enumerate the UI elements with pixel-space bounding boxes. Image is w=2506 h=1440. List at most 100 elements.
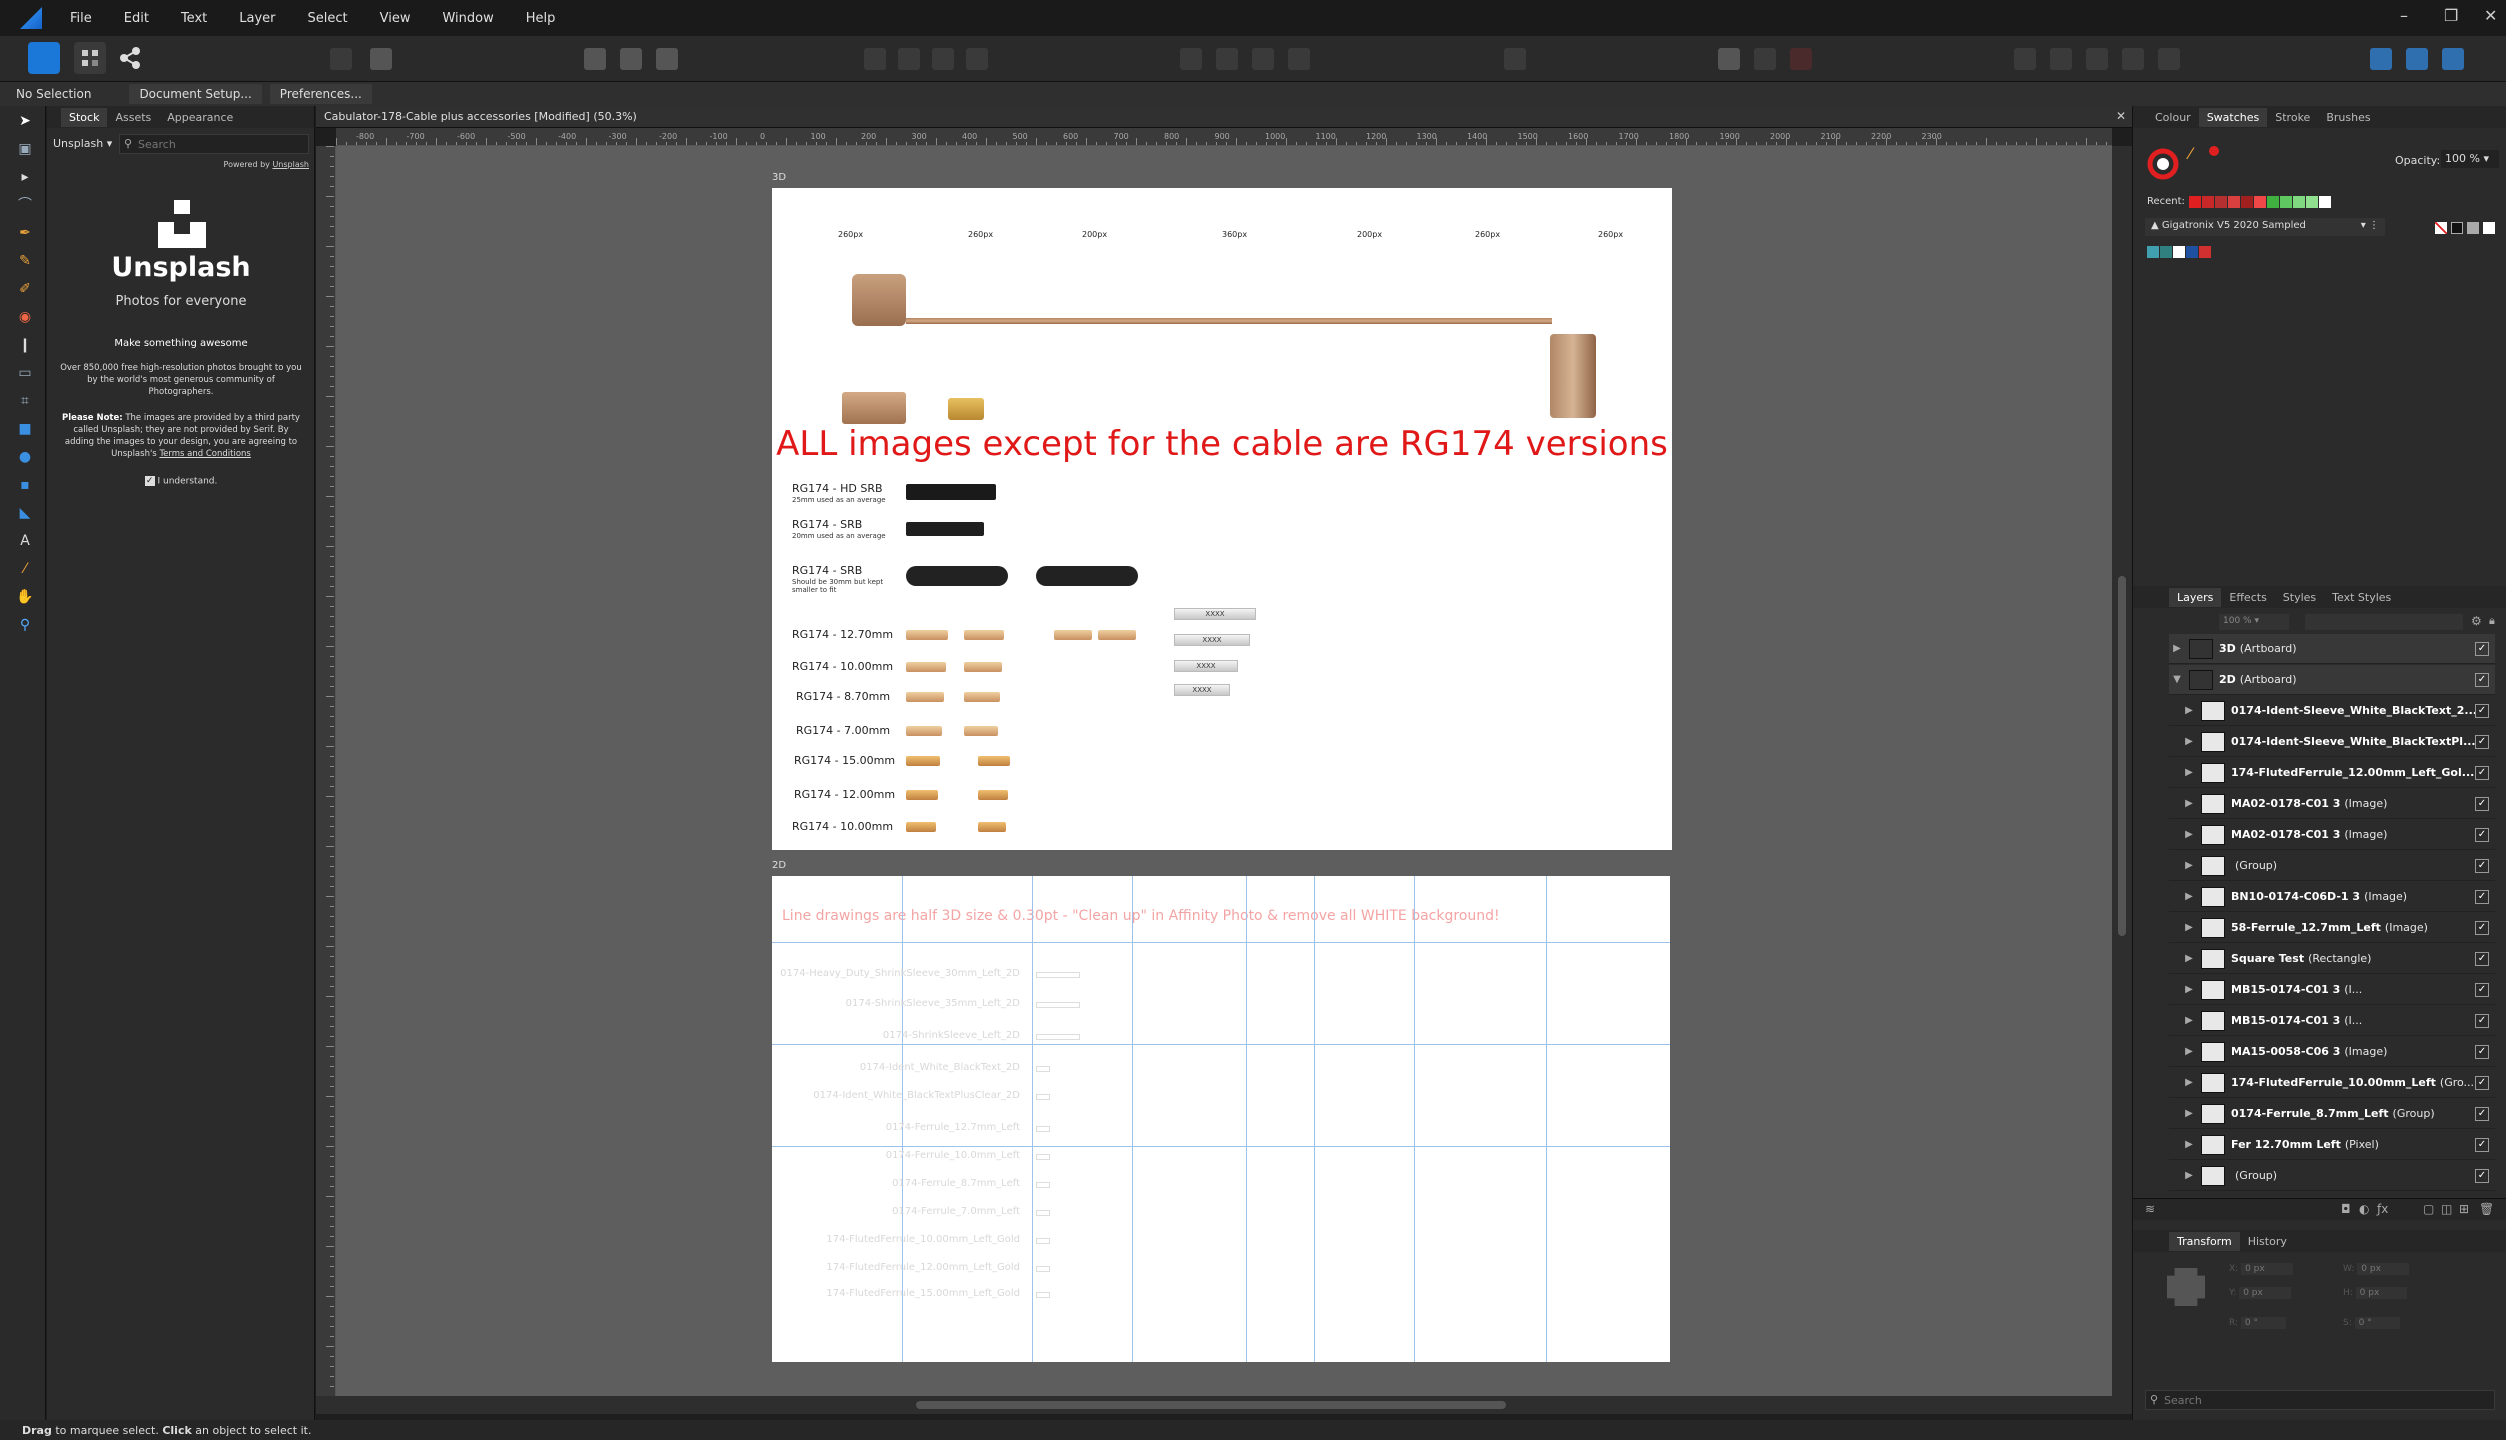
rotate-ccw-icon[interactable]: [1252, 48, 1274, 70]
ferrule-label[interactable]: RG174 - 12.70mm: [792, 628, 893, 641]
stock-search-input[interactable]: [138, 136, 304, 152]
recent-swatch[interactable]: [2254, 196, 2266, 208]
line-drawing-image[interactable]: [1036, 1210, 1050, 1216]
recent-swatch[interactable]: [2306, 196, 2318, 208]
ident-sleeve-image[interactable]: XXXX: [1174, 608, 1256, 620]
ident-sleeve-image[interactable]: XXXX: [1174, 684, 1230, 696]
white-swatch[interactable]: [2483, 222, 2495, 234]
layer-row[interactable]: ▶ Fer 12.70mm Left (Pixel) ✓: [2169, 1130, 2495, 1160]
minimize-icon[interactable]: –: [2400, 6, 2408, 25]
order-back-icon[interactable]: [864, 48, 886, 70]
crop-tool-icon[interactable]: ⌗: [16, 392, 34, 410]
hd-srb-sleeve-image[interactable]: [906, 484, 996, 500]
layer-row[interactable]: ▶ 174-FlutedFerrule_10.00mm_Left (Gro... ✓: [2169, 1068, 2495, 1098]
stock-provider-select[interactable]: Unsplash ▾: [53, 134, 113, 154]
expand-triangle-icon[interactable]: ▶: [2181, 1139, 2197, 1150]
recent-swatch[interactable]: [2280, 196, 2292, 208]
line-drawing-image[interactable]: [1036, 1154, 1050, 1160]
text-tool-icon[interactable]: A: [16, 532, 34, 550]
ferrule-label[interactable]: RG174 - 15.00mm: [794, 754, 895, 767]
canvas[interactable]: 3D ALL images except for the cable are R…: [336, 146, 2112, 1396]
boolean-divide-icon[interactable]: [2122, 48, 2144, 70]
line-drawing-row-label[interactable]: 174-FlutedFerrule_12.00mm_Left_Gold: [826, 1262, 1020, 1273]
layer-visibility-checkbox[interactable]: ✓: [2475, 1106, 2489, 1121]
srb-sleeve-long-image[interactable]: [906, 566, 1008, 586]
line-drawing-image[interactable]: [1036, 1094, 1050, 1100]
swatch-picker-icon[interactable]: ⁄: [2189, 144, 2192, 163]
ferrule-image[interactable]: [906, 822, 936, 832]
preferences-button[interactable]: Preferences...: [269, 84, 372, 104]
line-drawing-row-label[interactable]: 0174-Ferrule_8.7mm_Left: [892, 1178, 1020, 1189]
line-drawing-row-label[interactable]: 0174-ShrinkSleeve_35mm_Left_2D: [846, 998, 1020, 1009]
line-drawing-image[interactable]: [1036, 1238, 1050, 1244]
menu-text[interactable]: Text: [181, 11, 207, 26]
artboard-2d[interactable]: Line drawings are half 3D size & 0.30pt …: [772, 876, 1670, 1362]
collapse-triangle-icon[interactable]: ▼: [2169, 674, 2185, 685]
expand-triangle-icon[interactable]: ▶: [2181, 953, 2197, 964]
layer-row-artboard[interactable]: ▶ 3D (Artboard) ✓: [2169, 634, 2495, 664]
view-mode-icon[interactable]: [584, 48, 606, 70]
mask-icon[interactable]: ◘: [2341, 1202, 2351, 1216]
lock-icon[interactable]: 🔒︎: [2489, 614, 2495, 628]
expand-triangle-icon[interactable]: ▶: [2181, 1046, 2197, 1057]
layer-row[interactable]: ▶ 174-FlutedFerrule_12.00mm_Left_Gol... ✓: [2169, 758, 2495, 788]
align-icon[interactable]: [1504, 48, 1526, 70]
ferrule-image[interactable]: [906, 790, 938, 800]
rectangle-tool-icon[interactable]: ■: [16, 420, 34, 438]
line-drawing-row-label[interactable]: 174-FlutedFerrule_10.00mm_Left_Gold: [826, 1234, 1020, 1245]
layer-options-gear-icon[interactable]: ⚙: [2471, 614, 2482, 628]
y-field[interactable]: Y: 0 px: [2229, 1287, 2291, 1299]
brush-tool-icon[interactable]: ✐: [16, 280, 34, 298]
line-drawing-row-label[interactable]: 0174-Heavy_Duty_ShrinkSleeve_30mm_Left_2…: [780, 968, 1020, 979]
ferrule-image[interactable]: [906, 692, 944, 702]
ellipse-tool-icon[interactable]: ●: [16, 448, 34, 466]
tab-colour[interactable]: Colour: [2147, 108, 2199, 127]
ferrule-label[interactable]: RG174 - 10.00mm: [792, 820, 893, 833]
artboard-2d-label[interactable]: 2D: [772, 860, 786, 871]
layer-visibility-checkbox[interactable]: ✓: [2475, 703, 2489, 718]
menu-file[interactable]: File: [70, 11, 92, 26]
layer-row[interactable]: ▶ MB15-0174-C01 3 (I... ✓: [2169, 1006, 2495, 1036]
maximize-icon[interactable]: ❐: [2444, 6, 2458, 25]
none-swatch-icon[interactable]: [2435, 222, 2447, 234]
blend-mode-select[interactable]: [2305, 614, 2463, 630]
studio-search-input[interactable]: [2164, 1392, 2484, 1408]
line-drawing-image[interactable]: [1036, 1182, 1050, 1188]
terms-link[interactable]: Terms and Conditions: [159, 449, 250, 459]
line-drawing-row-label[interactable]: 0174-ShrinkSleeve_Left_2D: [883, 1030, 1020, 1041]
expand-triangle-icon[interactable]: ▶: [2181, 1108, 2197, 1119]
expand-triangle-icon[interactable]: ▶: [2181, 1015, 2197, 1026]
layer-row[interactable]: ▶ 58-Ferrule_12.7mm_Left (Image) ✓: [2169, 913, 2495, 943]
gold-pin-image[interactable]: [948, 398, 984, 420]
view-mode-2-icon[interactable]: [620, 48, 642, 70]
sleeve-note[interactable]: Should be 30mm but kept smaller to fit: [792, 578, 902, 594]
line-drawing-row-label[interactable]: 0174-Ident_White_BlackText_2D: [860, 1062, 1020, 1073]
transparency-tool-icon[interactable]: ❙: [16, 336, 34, 354]
add-layer-icon[interactable]: ▢: [2423, 1202, 2434, 1216]
ferrule-image[interactable]: [906, 726, 942, 736]
ferrule-image[interactable]: [978, 756, 1010, 766]
ident-sleeve-image[interactable]: XXXX: [1174, 660, 1238, 672]
layer-visibility-checkbox[interactable]: ✓: [2475, 641, 2489, 656]
stock-search-field[interactable]: ⚲: [119, 134, 309, 154]
merge-icon[interactable]: ⊞: [2459, 1202, 2469, 1216]
shear-field[interactable]: S: 0 °: [2343, 1317, 2400, 1329]
layer-visibility-checkbox[interactable]: ✓: [2475, 1013, 2489, 1028]
artboard-3d[interactable]: ALL images except for the cable are RG17…: [772, 188, 1672, 850]
place-image-tool-icon[interactable]: ▭: [16, 364, 34, 382]
fill-stroke-icon[interactable]: [2147, 144, 2185, 182]
anchor-selector-icon[interactable]: [2167, 1268, 2205, 1306]
expand-triangle-icon[interactable]: ▶: [2181, 1077, 2197, 1088]
ferrule-image[interactable]: [1054, 630, 1092, 640]
powered-by-link[interactable]: Unsplash: [272, 160, 309, 169]
layer-visibility-checkbox[interactable]: ✓: [2475, 889, 2489, 904]
group-icon[interactable]: ◫: [2441, 1202, 2452, 1216]
artboard-3d-label[interactable]: 3D: [772, 172, 786, 183]
layer-row[interactable]: ▶ MA02-0178-C01 3 (Image) ✓: [2169, 820, 2495, 850]
studio-icon[interactable]: [2442, 48, 2464, 70]
layer-row[interactable]: ▶ BN10-0174-C06D-1 3 (Image) ✓: [2169, 882, 2495, 912]
layer-opacity-field[interactable]: 100 % ▾: [2219, 614, 2289, 630]
move-tool-icon[interactable]: ➤: [16, 112, 34, 130]
recent-swatch[interactable]: [2319, 196, 2331, 208]
sleeve-title[interactable]: RG174 - SRB: [792, 518, 862, 531]
